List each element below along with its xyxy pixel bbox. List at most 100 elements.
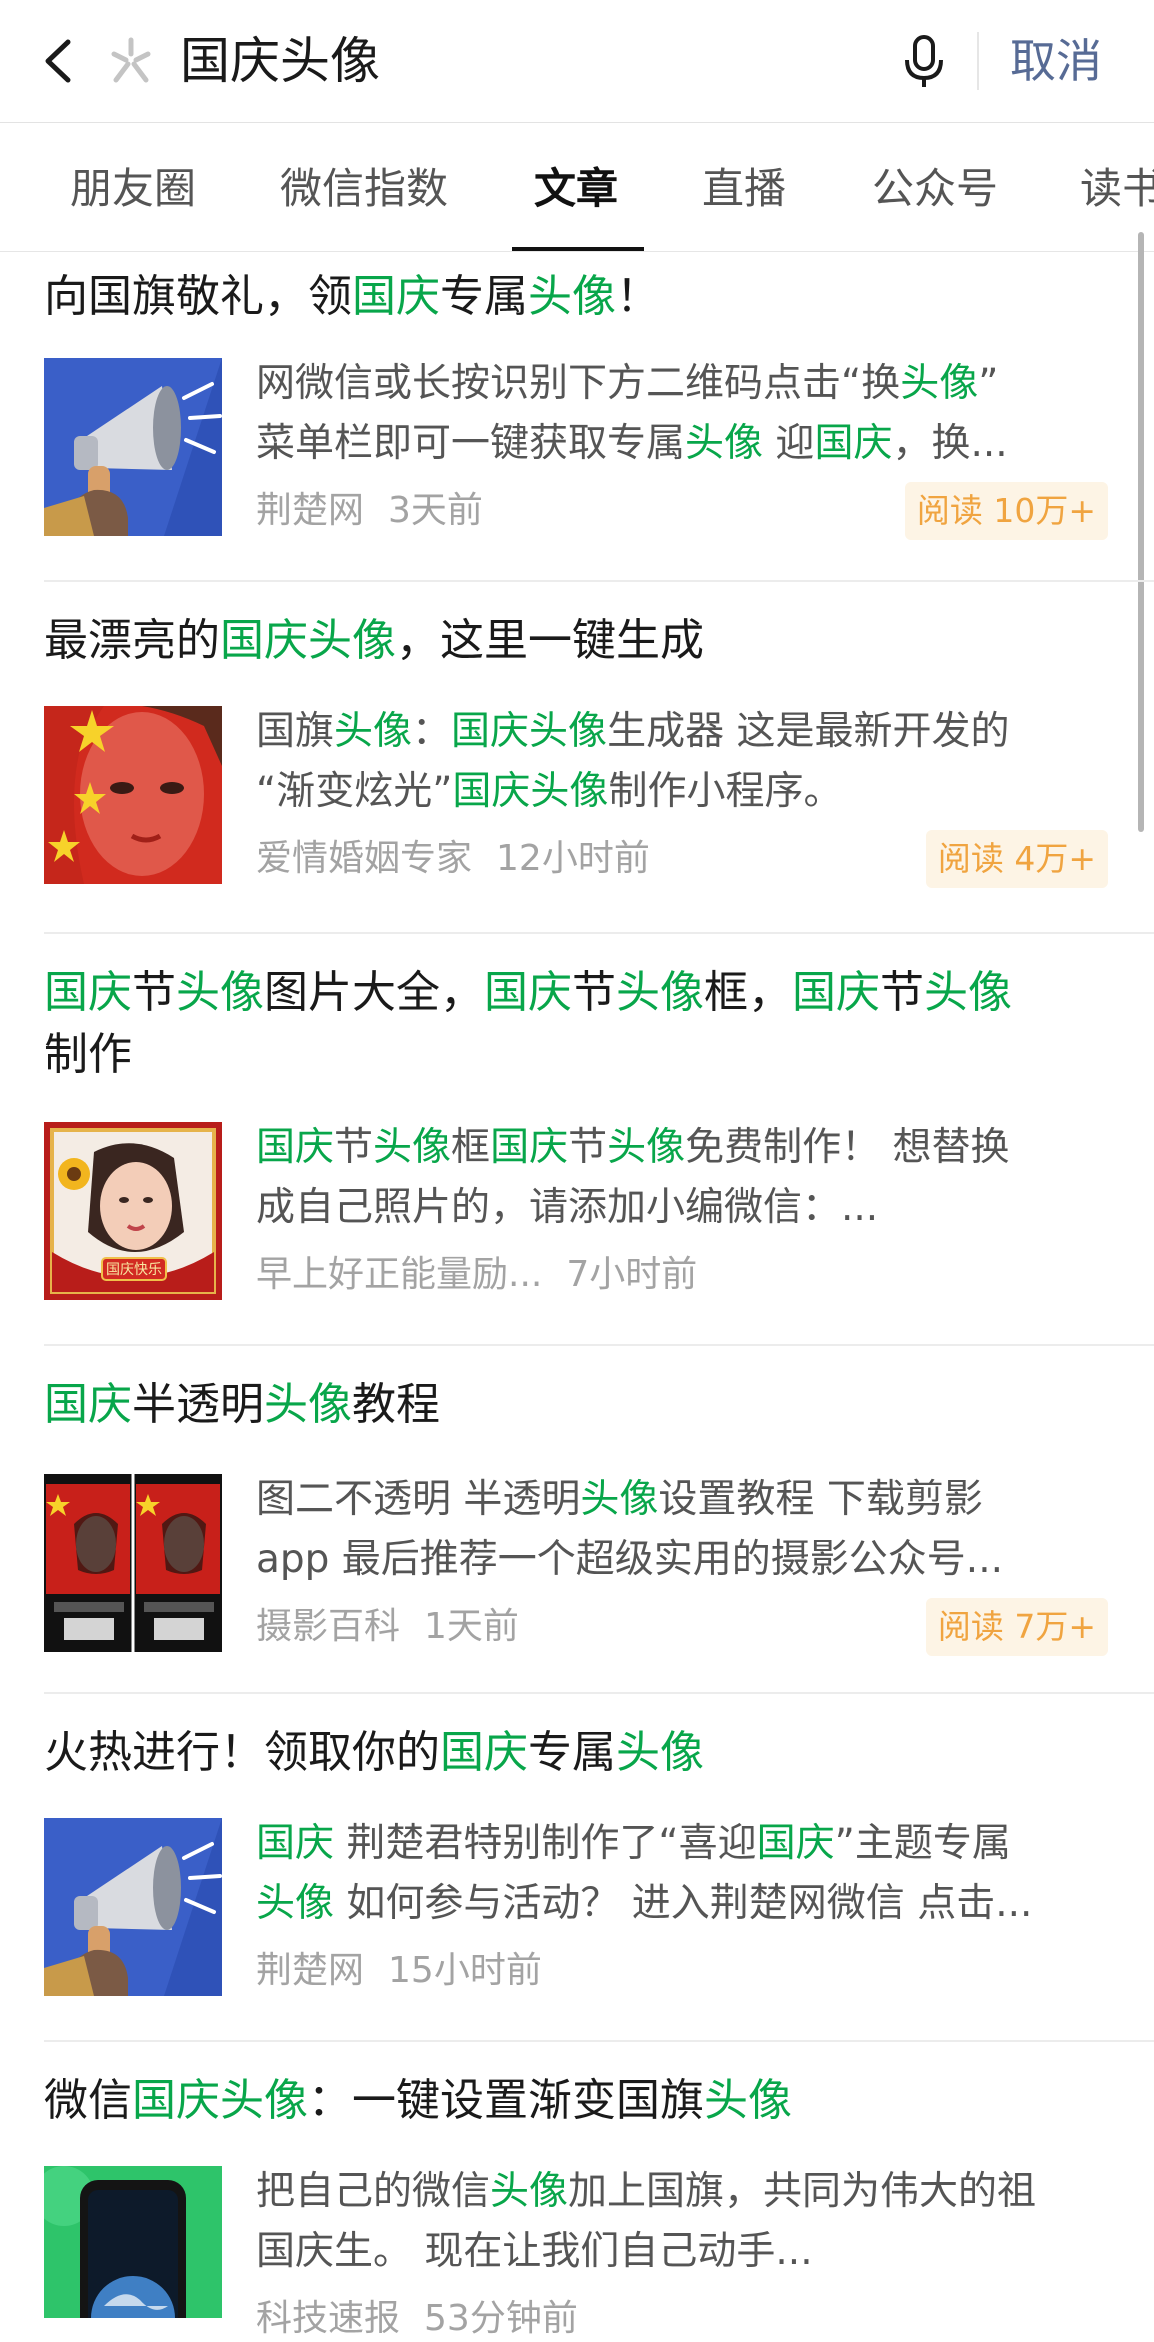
highlight-keyword: 国庆 <box>256 1821 335 1866</box>
divider <box>44 932 1154 934</box>
text-segment: 设置教程 下载剪影 <box>658 1477 983 1522</box>
article-meta: 早上好正能量励... 7小时前 <box>256 1252 697 1298</box>
text-segment: 专属 <box>440 271 528 322</box>
article-item[interactable]: 火热进行！领取你的国庆专属头像 国庆 荆楚君特别制作了“喜迎国庆”主题专属 头像 … <box>0 1722 1154 2044</box>
article-item[interactable]: 微信国庆头像：一键设置渐变国旗头像 把自己的微信头像加上国旗，共同为伟大的祖 国庆… <box>0 2070 1154 2339</box>
text-segment: 生成器 这是最新开发的 <box>607 709 1010 754</box>
article-item[interactable]: 国庆半透明头像教程 图二不透明 半透明头像设置教程 下载剪影 app 最后推荐一个… <box>0 1374 1154 1696</box>
article-meta: 荆楚网 3天前 <box>256 488 483 534</box>
text-segment: 成自己照片的，请添加小编微信：... <box>256 1185 879 1230</box>
article-item[interactable]: 最漂亮的国庆头像，这里一键生成 国旗头像：国庆头像生成器 这是最新开发的 “渐变炫… <box>0 610 1154 930</box>
highlight-keyword: 国庆头像 <box>132 2075 308 2126</box>
highlight-keyword: 头像 <box>616 967 704 1018</box>
article-meta: 荆楚网 15小时前 <box>256 1948 542 1994</box>
article-time: 53分钟前 <box>424 2298 578 2339</box>
text-segment: ！ <box>616 271 660 322</box>
chevron-left-icon[interactable] <box>38 36 82 86</box>
highlight-keyword: 国庆 <box>484 967 572 1018</box>
highlight-keyword: 头像 <box>256 1881 335 1926</box>
article-time: 1天前 <box>424 1606 519 1647</box>
cancel-button[interactable]: 取消 <box>1010 30 1102 92</box>
search-bar: 国庆头像 取消 <box>0 0 1154 123</box>
wechat-search-logo-icon <box>111 37 151 83</box>
article-time: 3天前 <box>388 490 483 531</box>
highlight-keyword: 头像 <box>528 271 616 322</box>
text-segment: 把自己的微信 <box>256 2169 491 2214</box>
read-count-badge: 阅读 7万+ <box>925 1598 1108 1656</box>
article-snippet: 图二不透明 半透明头像设置教程 下载剪影 app 最后推荐一个超级实用的摄影公众号… <box>256 1470 1116 1590</box>
article-source[interactable]: 摄影百科 <box>256 1606 400 1647</box>
megaphone-image <box>44 1818 222 1996</box>
article-source[interactable]: 爱情婚姻专家 <box>256 838 472 879</box>
article-source[interactable]: 科技速报 <box>256 2298 400 2339</box>
text-segment: ，这里一键生成 <box>396 615 704 666</box>
article-title[interactable]: 国庆半透明头像教程 <box>44 1374 1124 1436</box>
article-source[interactable]: 荆楚网 <box>256 1950 364 1991</box>
read-count-badge: 阅读 10万+ <box>904 482 1108 540</box>
tab-reading[interactable]: 读书 <box>1080 163 1154 215</box>
article-title[interactable]: 向国旗敬礼，领国庆专属头像！ <box>44 266 1124 328</box>
text-segment: 图二不透明 半透明 <box>256 1477 581 1522</box>
text-segment: app 最后推荐一个超级实用的摄影公众号... <box>256 1537 1003 1582</box>
highlight-keyword: 国庆 <box>44 967 132 1018</box>
article-snippet: 网微信或长按识别下方二维码点击“换头像” 菜单栏即可一键获取专属头像 迎国庆，换.… <box>256 354 1116 474</box>
megaphone-image <box>44 358 222 536</box>
tab-official-accounts[interactable]: 公众号 <box>872 163 998 215</box>
article-thumbnail <box>44 358 222 536</box>
text-segment: 半透明 <box>132 1379 264 1430</box>
highlight-keyword: 头像 <box>924 967 1012 1018</box>
divider <box>44 1344 1154 1346</box>
article-title[interactable]: 国庆节头像图片大全，国庆节头像框，国庆节头像 制作 <box>44 962 1124 1086</box>
article-thumbnail <box>44 2166 222 2318</box>
article-meta: 爱情婚姻专家 12小时前 <box>256 836 650 882</box>
divider <box>44 580 1154 582</box>
highlight-keyword: 国庆 <box>352 271 440 322</box>
article-snippet: 国庆节头像框国庆节头像免费制作！ 想替换 成自己照片的，请添加小编微信：... <box>256 1118 1116 1238</box>
text-segment: ：一键设置渐变国旗 <box>308 2075 704 2126</box>
tab-moments[interactable]: 朋友圈 <box>70 163 196 215</box>
text-segment: 网微信或长按识别下方二维码点击“换 <box>256 361 901 406</box>
article-item[interactable]: 向国旗敬礼，领国庆专属头像！ 网微信或长按识别下方二维码点击“换头像” 菜单栏即可… <box>0 258 1154 580</box>
text-segment: 节 <box>572 967 616 1018</box>
text-segment: 最漂亮的 <box>44 615 220 666</box>
text-segment: 菜单栏即可一键获取专属 <box>256 421 686 466</box>
article-snippet: 国庆 荆楚君特别制作了“喜迎国庆”主题专属 头像 如何参与活动？ 进入荆楚网微信 … <box>256 1814 1116 1934</box>
text-segment: 加上国旗，共同为伟大的祖 <box>568 2169 1037 2214</box>
text-segment: 图片大全， <box>264 967 484 1018</box>
text-segment: ，换... <box>892 421 1008 466</box>
article-title[interactable]: 火热进行！领取你的国庆专属头像 <box>44 1722 1124 1784</box>
text-segment: 制作小程序。 <box>608 769 843 814</box>
text-segment: 专属 <box>528 1727 616 1778</box>
text-segment: 节 <box>880 967 924 1018</box>
article-thumbnail <box>44 1818 222 1996</box>
article-source[interactable]: 早上好正能量励... <box>256 1254 542 1295</box>
article-time: 15小时前 <box>388 1950 542 1991</box>
highlight-keyword: 头像 <box>685 421 764 466</box>
article-title[interactable]: 微信国庆头像：一键设置渐变国旗头像 <box>44 2070 1124 2132</box>
tab-wechat-index[interactable]: 微信指数 <box>280 163 448 215</box>
highlight-keyword: 国庆 <box>814 421 893 466</box>
divider <box>44 1692 1154 1694</box>
article-meta: 科技速报 53分钟前 <box>256 2296 578 2342</box>
highlight-keyword: 头像 <box>490 2169 569 2214</box>
microphone-icon[interactable] <box>902 34 946 90</box>
text-segment: 免费制作！ 想替换 <box>685 1125 1010 1170</box>
highlight-keyword: 头像 <box>616 1727 704 1778</box>
festival-frame-image: 国庆快乐 <box>44 1122 222 1300</box>
tab-articles[interactable]: 文章 <box>534 163 618 215</box>
separator <box>977 32 979 90</box>
article-item[interactable]: 国庆节头像图片大全，国庆节头像框，国庆节头像 制作 国庆快乐 国庆节头像框国庆节头… <box>0 962 1154 1342</box>
text-segment: 节 <box>334 1125 374 1170</box>
text-segment: ”主题专属 <box>834 1821 1011 1866</box>
frame-label: 国庆快乐 <box>106 1262 162 1278</box>
article-title[interactable]: 最漂亮的国庆头像，这里一键生成 <box>44 610 1124 672</box>
article-snippet: 把自己的微信头像加上国旗，共同为伟大的祖国庆生。 现在让我们自己动手... <box>256 2162 1116 2282</box>
tab-live[interactable]: 直播 <box>702 163 786 215</box>
search-input[interactable]: 国庆头像 <box>180 30 380 92</box>
highlight-keyword: 头像 <box>900 361 979 406</box>
article-source[interactable]: 荆楚网 <box>256 490 364 531</box>
highlight-keyword: 头像 <box>580 1477 659 1522</box>
article-thumbnail <box>44 1474 222 1652</box>
text-segment: 节 <box>568 1125 608 1170</box>
text-segment: 国庆生。 现在让我们自己动手... <box>256 2229 813 2274</box>
